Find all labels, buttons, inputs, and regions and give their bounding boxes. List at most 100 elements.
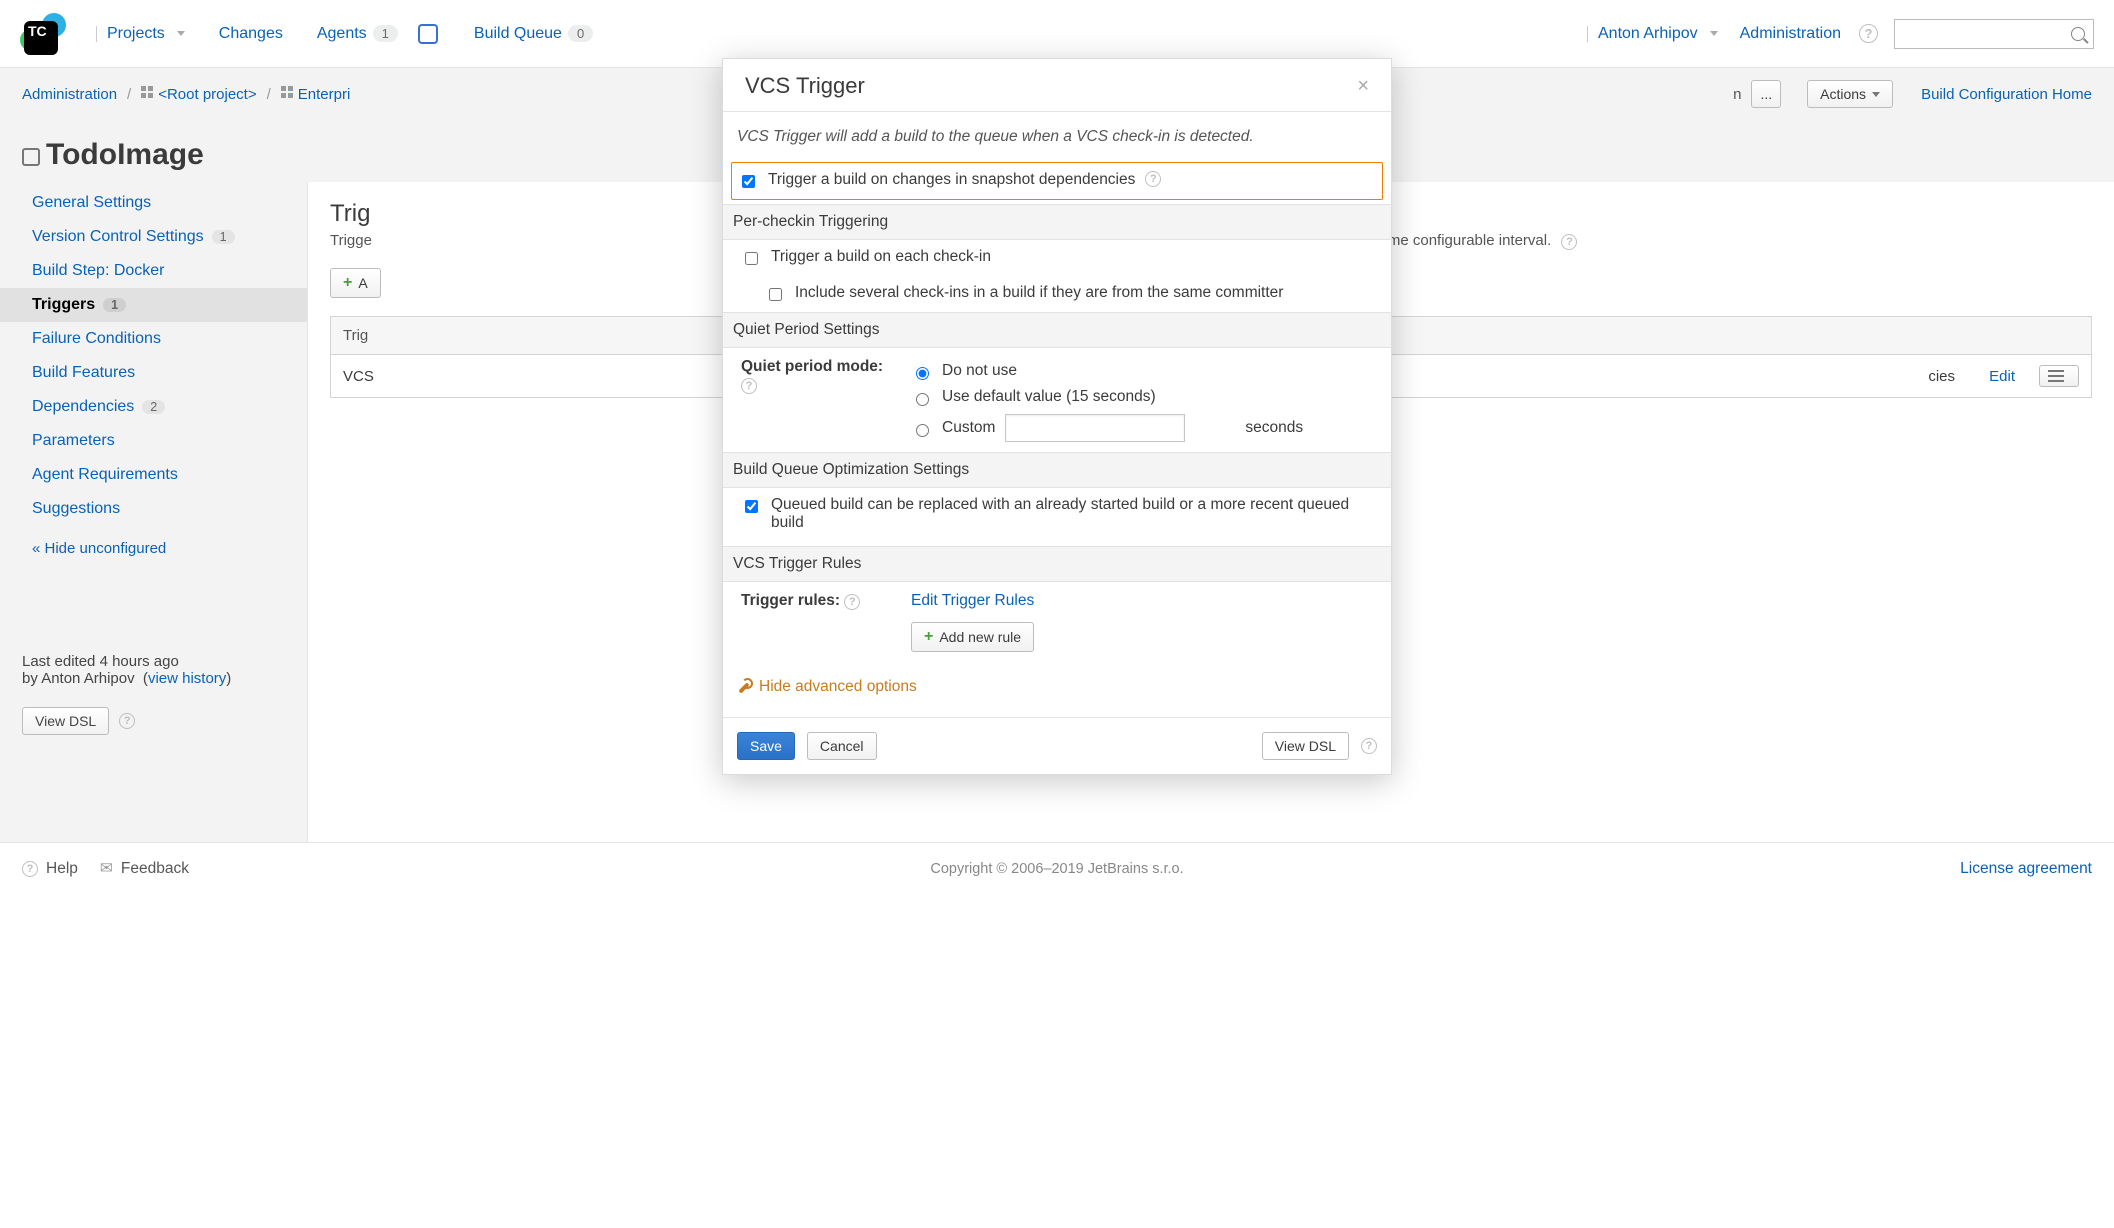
sidebar-item-failure-conditions[interactable]: Failure Conditions [0, 322, 307, 356]
quiet-custom-radio[interactable] [916, 424, 929, 437]
trigger-snapshot-checkbox[interactable] [742, 175, 755, 188]
save-button[interactable]: Save [737, 732, 795, 760]
footer-help-link[interactable]: Help [46, 860, 78, 878]
build-config-home-link[interactable]: Build Configuration Home [1921, 86, 2092, 103]
sidebar-item-label: Dependencies [32, 398, 134, 416]
sidebar-item-label: Version Control Settings [32, 228, 204, 246]
dialog-title: VCS Trigger [745, 73, 865, 99]
build-queue-badge: 0 [568, 25, 593, 42]
square-icon [22, 148, 40, 166]
trigger-menu-button[interactable] [2039, 365, 2079, 387]
grid-icon [141, 86, 155, 100]
sidebar-item-triggers[interactable]: Triggers 1 [0, 288, 307, 322]
help-icon[interactable]: ? [741, 378, 757, 394]
help-icon[interactable]: ? [1561, 234, 1577, 250]
quiet-default-radio[interactable] [916, 393, 929, 406]
edit-meta: Last edited 4 hours ago by Anton Arhipov… [22, 653, 285, 735]
trigger-each-checkin-checkbox[interactable] [745, 252, 758, 265]
edit-trigger-rules-link[interactable]: Edit Trigger Rules [911, 592, 1034, 609]
hide-unconfigured-link[interactable]: « Hide unconfigured [32, 540, 166, 557]
agents-badge: 1 [373, 25, 398, 42]
hide-advanced-link[interactable]: Hide advanced options [737, 678, 917, 696]
include-committer-row[interactable]: Include several check-ins in a build if … [737, 276, 1377, 312]
license-link[interactable]: License agreement [1960, 860, 2092, 878]
dialog-description: VCS Trigger will add a build to the queu… [737, 128, 1377, 146]
cancel-button[interactable]: Cancel [807, 732, 877, 760]
grid-icon [281, 86, 295, 100]
mail-icon: ✉ [100, 859, 113, 878]
trigger-each-checkin-row[interactable]: Trigger a build on each check-in [737, 240, 1377, 276]
sidebar-item-label: Suggestions [32, 500, 120, 518]
section-per-checkin: Per-checkin Triggering [723, 204, 1391, 240]
trigger-snapshot-row[interactable]: Trigger a build on changes in snapshot d… [731, 162, 1383, 200]
plus-icon: + [343, 274, 352, 292]
add-rule-button[interactable]: +Add new rule [911, 622, 1034, 652]
view-dsl-button[interactable]: View DSL [1262, 732, 1349, 760]
sidebar-item-label: Failure Conditions [32, 330, 161, 348]
quiet-default-row[interactable]: Use default value (15 seconds) [911, 384, 1303, 410]
sidebar: General Settings Version Control Settings… [0, 182, 308, 842]
nav-administration[interactable]: Administration [1734, 17, 1847, 51]
search-icon [2071, 27, 2085, 41]
vcs-trigger-dialog: VCS Trigger × VCS Trigger will add a bui… [722, 58, 1392, 775]
square-icon[interactable] [418, 24, 438, 44]
teamcity-logo[interactable] [18, 11, 64, 57]
section-build-queue-opt: Build Queue Optimization Settings [723, 452, 1391, 488]
sidebar-item-suggestions[interactable]: Suggestions [0, 492, 307, 526]
crumb-project[interactable]: Enterpri [281, 86, 351, 103]
sidebar-item-dependencies[interactable]: Dependencies 2 [0, 390, 307, 424]
help-icon[interactable]: ? [22, 861, 38, 877]
view-history-link[interactable]: view history [148, 670, 226, 687]
view-dsl-button[interactable]: View DSL [22, 707, 109, 735]
sidebar-item-label: Agent Requirements [32, 466, 178, 484]
count-badge: 2 [142, 400, 165, 414]
count-badge: 1 [103, 298, 126, 312]
crumb-administration[interactable]: Administration [22, 86, 117, 103]
sidebar-item-parameters[interactable]: Parameters [0, 424, 307, 458]
quiet-none-radio[interactable] [916, 367, 929, 380]
nav-build-queue[interactable]: Build Queue 0 [468, 17, 599, 51]
nav-changes[interactable]: Changes [213, 17, 289, 51]
sidebar-item-label: Parameters [32, 432, 115, 450]
nav-agents[interactable]: Agents 1 [311, 17, 404, 51]
crumb-root[interactable]: <Root project> [141, 86, 256, 103]
sidebar-item-label: General Settings [32, 194, 151, 212]
actions-button[interactable]: Actions [1807, 80, 1893, 108]
sidebar-item-label: Build Step: Docker [32, 262, 165, 280]
help-icon[interactable]: ? [1145, 171, 1161, 187]
help-icon[interactable]: ? [844, 594, 860, 610]
trigger-rules-label: Trigger rules: ? [741, 592, 891, 652]
quiet-none-row[interactable]: Do not use [911, 358, 1303, 384]
nav-user[interactable]: Anton Arhipov [1581, 17, 1724, 51]
sidebar-item-label: Build Features [32, 364, 135, 382]
quiet-seconds-input[interactable] [1005, 414, 1185, 442]
crumb-more-button[interactable]: ... [1751, 80, 1781, 108]
th-trigger: Trig [331, 317, 387, 355]
menu-icon [2048, 370, 2064, 382]
sidebar-item-version-control-settings[interactable]: Version Control Settings 1 [0, 220, 307, 254]
sidebar-item-build-step-docker[interactable]: Build Step: Docker [0, 254, 307, 288]
queue-replace-checkbox[interactable] [745, 500, 758, 513]
sidebar-item-general-settings[interactable]: General Settings [0, 186, 307, 220]
help-icon[interactable]: ? [1859, 24, 1878, 43]
queue-replace-row[interactable]: Queued build can be replaced with an alr… [737, 488, 1377, 540]
help-icon[interactable]: ? [119, 713, 135, 729]
sidebar-item-build-features[interactable]: Build Features [0, 356, 307, 390]
add-trigger-button[interactable]: +A [330, 268, 381, 298]
nav-projects[interactable]: Projects [90, 17, 191, 51]
search-input[interactable] [1894, 19, 2094, 49]
copyright: Copyright © 2006–2019 JetBrains s.r.o. [0, 861, 2114, 877]
include-committer-checkbox[interactable] [769, 288, 782, 301]
help-icon[interactable]: ? [1361, 738, 1377, 754]
dialog-footer: Save Cancel View DSL ? [723, 717, 1391, 774]
quiet-custom-row[interactable]: Custom seconds [911, 410, 1303, 446]
plus-icon: + [924, 628, 933, 646]
edit-trigger-link[interactable]: Edit [1989, 368, 2015, 385]
count-badge: 1 [212, 230, 235, 244]
sidebar-item-agent-requirements[interactable]: Agent Requirements [0, 458, 307, 492]
sidebar-item-label: Triggers [32, 296, 95, 314]
footer-feedback-link[interactable]: Feedback [121, 860, 189, 878]
wrench-icon [737, 680, 751, 694]
quiet-period-label: Quiet period mode: ? [741, 358, 891, 446]
close-icon[interactable]: × [1357, 76, 1369, 96]
